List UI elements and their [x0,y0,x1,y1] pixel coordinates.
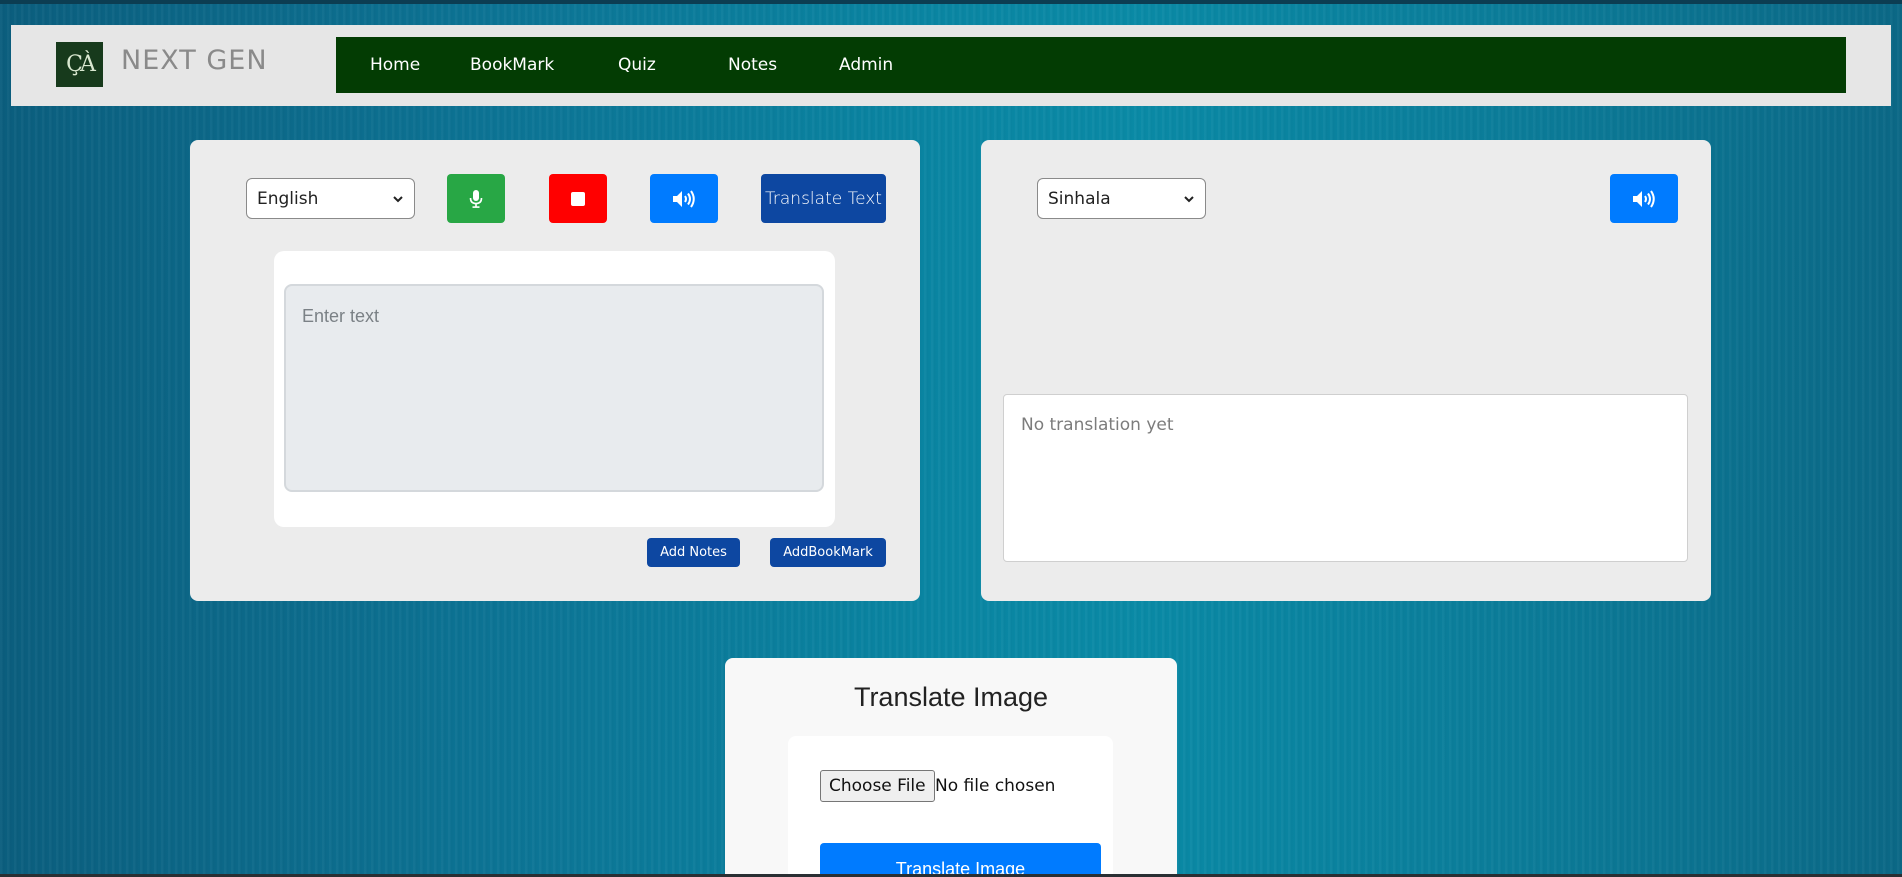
site-header: ÇÀ NEXT GEN Home BookMark Quiz Notes Adm… [11,25,1891,106]
stop-icon [571,191,585,206]
source-text-input[interactable]: Enter text [284,284,824,492]
window-top-edge [0,0,1902,4]
target-language-select[interactable]: Sinhala [1037,178,1206,219]
speaker-icon [1633,189,1655,208]
speak-source-button[interactable] [650,174,718,223]
translate-text-button[interactable]: Translate Text [761,174,886,223]
mic-button[interactable] [447,174,505,223]
choose-file-button[interactable]: Choose File [820,770,935,802]
nav-quiz[interactable]: Quiz [618,55,656,75]
translation-output: No translation yet [1003,394,1688,562]
source-language-select[interactable]: English [246,178,415,219]
chevron-down-icon [393,195,403,202]
target-language-value: Sinhala [1048,188,1111,209]
nav-admin[interactable]: Admin [839,55,893,75]
speak-target-button[interactable] [1610,174,1678,223]
brand-name[interactable]: NEXT GEN [121,45,268,76]
stop-button[interactable] [549,174,607,223]
nav-home[interactable]: Home [370,55,420,75]
source-panel: English Translate Text Enter text Add No… [190,140,920,601]
target-panel: Sinhala No translation yet [981,140,1711,601]
logo[interactable]: ÇÀ [56,42,103,87]
source-input-wrapper: Enter text [274,251,835,527]
source-language-value: English [257,188,319,209]
chevron-down-icon [1184,195,1194,202]
speaker-icon [673,189,695,208]
nav-notes[interactable]: Notes [728,55,777,75]
translate-image-button[interactable]: Translate Image [820,843,1101,877]
file-status-text: No file chosen [935,776,1056,796]
image-upload-box: Choose File No file chosen Translate Ima… [788,736,1113,877]
image-panel-title: Translate Image [853,682,1049,712]
nav-bookmark[interactable]: BookMark [470,55,554,75]
image-translate-panel: Translate Image Choose File No file chos… [725,658,1177,877]
main-navbar: Home BookMark Quiz Notes Admin [336,37,1846,93]
add-bookmark-button[interactable]: AddBookMark [770,538,886,567]
microphone-icon [469,189,483,208]
add-notes-button[interactable]: Add Notes [647,538,740,567]
